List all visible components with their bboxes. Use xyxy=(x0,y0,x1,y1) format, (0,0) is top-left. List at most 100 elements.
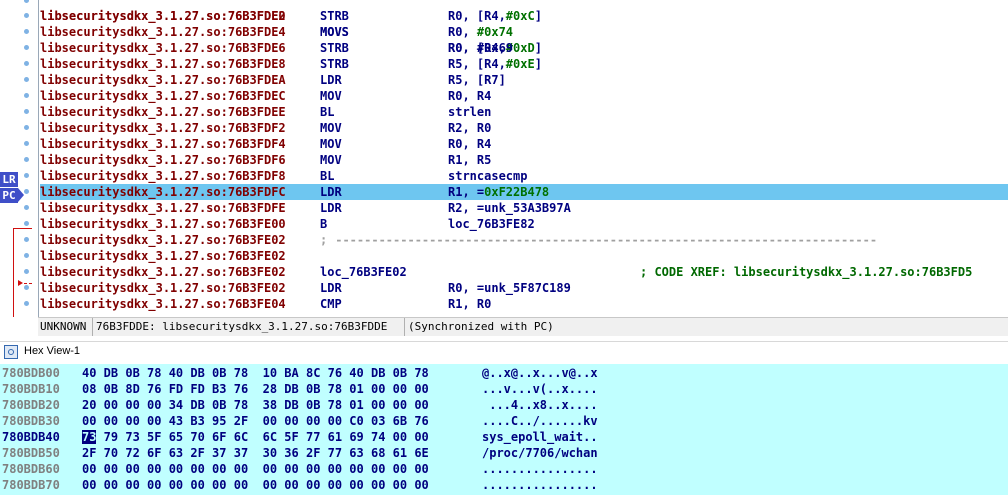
disasm-row[interactable]: libsecuritysdkx_3.1.27.so:76B3FDF2 MOV R2,… xyxy=(40,120,1008,136)
disasm-row[interactable]: libsecuritysdkx_3.1.27.so:76B3FDFE LDR R2,… xyxy=(40,200,1008,216)
hex-address: 780BDB50 xyxy=(2,446,60,460)
immediate-value: #0xE xyxy=(505,57,535,71)
disasm-row[interactable]: libsecuritysdkx_3.1.27.so:76B3FE00 Bloc_7… xyxy=(40,216,1008,232)
arrow-right-icon xyxy=(18,280,23,286)
disasm-operands: R0, R4 xyxy=(448,137,492,151)
hex-ascii[interactable]: ...v...v(..x.... xyxy=(482,381,598,397)
breakpoint-dot[interactable] xyxy=(24,173,29,178)
disasm-address: libsecuritysdkx_3.1.27.so:76B3FDE0 xyxy=(40,9,286,23)
disasm-mnemonic: LDR xyxy=(320,281,342,295)
breakpoint-dot[interactable] xyxy=(24,253,29,258)
status-segment: (Synchronized with PC) xyxy=(408,320,554,333)
breakpoint-dot[interactable] xyxy=(24,285,29,290)
disasm-mnemonic: LDR xyxy=(320,201,342,215)
hex-bytes[interactable]: 00 00 00 00 00 00 00 00 00 00 00 00 00 0… xyxy=(82,477,429,493)
disasm-row[interactable]: libsecuritysdkx_3.1.27.so:76B3FDE0 MOVS … xyxy=(40,0,1008,55)
breakpoint-dot[interactable] xyxy=(24,61,29,66)
breakpoint-dot[interactable] xyxy=(24,29,29,34)
disasm-row[interactable]: libsecuritysdkx_3.1.27.so:76B3FE02 LDR R0,… xyxy=(40,280,1008,296)
disasm-mnemonic: MOV xyxy=(320,121,342,135)
disasm-row[interactable]: libsecuritysdkx_3.1.27.so:76B3FE02 xyxy=(40,248,1008,264)
disasm-row[interactable]: libsecuritysdkx_3.1.27.so:76B3FDEC MOV R0,… xyxy=(40,88,1008,104)
hex-ascii[interactable]: ................ xyxy=(482,477,598,493)
hex-row[interactable]: 780BDB40 73 79 73 5F 65 70 6F 6C 6C 5F 77… xyxy=(0,429,1008,445)
hex-ascii[interactable]: /proc/7706/wchan xyxy=(482,445,598,461)
jump-arrow-line xyxy=(13,228,14,317)
disasm-operands: strlen xyxy=(448,105,492,119)
disasm-row[interactable]: libsecuritysdkx_3.1.27.so:76B3FDF4 MOV R0,… xyxy=(40,136,1008,152)
breakpoint-dot[interactable] xyxy=(24,189,29,194)
disasm-row[interactable]: libsecuritysdkx_3.1.27.so:76B3FDEA LDR R5,… xyxy=(40,72,1008,88)
hex-ascii[interactable]: ....C../......kv xyxy=(482,413,598,429)
hex-row[interactable]: 780BDB70 00 00 00 00 00 00 00 00 00 00 00… xyxy=(0,477,1008,493)
hex-bytes[interactable]: 00 00 00 00 43 B3 95 2F 00 00 00 00 C0 0… xyxy=(82,413,429,429)
disasm-row[interactable]: libsecuritysdkx_3.1.27.so:76B3FDF8 BL strn… xyxy=(40,168,1008,184)
hex-row[interactable]: 780BDB10 08 0B 8D 76 FD FD B3 76 28 DB 0B… xyxy=(0,381,1008,397)
breakpoint-dot[interactable] xyxy=(24,45,29,50)
disasm-separator: ; ---------------------------------------… xyxy=(320,232,877,248)
disasm-row-current[interactable]: libsecuritysdkx_3.1.27.so:76B3FDFC LDR R1,… xyxy=(40,184,1008,200)
hex-bytes[interactable]: 73 79 73 5F 65 70 6F 6C 6C 5F 77 61 69 7… xyxy=(82,429,429,445)
breakpoint-dot[interactable] xyxy=(24,13,29,18)
disasm-address: libsecuritysdkx_3.1.27.so:76B3FDF4 xyxy=(40,137,286,151)
disasm-row[interactable]: libsecuritysdkx_3.1.27.so:76B3FE02 loc_76… xyxy=(40,264,1008,280)
disasm-row[interactable]: libsecuritysdkx_3.1.27.so:76B3FDF6 MOV R1,… xyxy=(40,152,1008,168)
hex-byte-values: 20 00 00 00 34 DB 0B 78 38 DB 0B 78 01 0… xyxy=(82,398,429,412)
hex-row[interactable]: 780BDB50 2F 70 72 6F 63 2F 37 37 30 36 2F… xyxy=(0,445,1008,461)
breakpoint-dot[interactable] xyxy=(24,269,29,274)
hex-row[interactable]: 780BDB20 20 00 00 00 34 DB 0B 78 38 DB 0B… xyxy=(0,397,1008,413)
breakpoint-dot[interactable] xyxy=(24,109,29,114)
disasm-row[interactable]: libsecuritysdkx_3.1.27.so:76B3FDEE BL strl… xyxy=(40,104,1008,120)
breakpoint-dot[interactable] xyxy=(24,157,29,162)
disasm-address: libsecuritysdkx_3.1.27.so:76B3FE02 xyxy=(40,233,286,247)
disasm-gutter[interactable] xyxy=(0,0,38,317)
hex-bytes[interactable]: 40 DB 0B 78 40 DB 0B 78 10 BA 8C 76 40 D… xyxy=(82,365,429,381)
hex-address: 780BDB10 xyxy=(2,382,60,396)
disasm-mnemonic: MOV xyxy=(320,137,342,151)
hex-ascii[interactable]: sys_epoll_wait.. xyxy=(482,429,598,445)
separator-dashes: ----------------------------------------… xyxy=(335,233,878,247)
breakpoint-dot[interactable] xyxy=(24,77,29,82)
breakpoint-dot[interactable] xyxy=(24,93,29,98)
disasm-row[interactable]: libsecuritysdkx_3.1.27.so:76B3FE04 CMP R1,… xyxy=(40,296,1008,312)
hex-row[interactable]: 780BDB00 40 DB 0B 78 40 DB 0B 78 10 BA 8C… xyxy=(0,365,1008,381)
disasm-address: libsecuritysdkx_3.1.27.so:76B3FDF8 xyxy=(40,169,286,183)
disasm-operands: R0, =unk_5F87C189 xyxy=(448,281,571,295)
hex-ascii[interactable]: @..x@..x...v@..x xyxy=(482,365,598,381)
disasm-operands: R0, #0x69 xyxy=(448,41,514,55)
hex-row[interactable]: 780BDB30 00 00 00 00 43 B3 95 2F 00 00 00… xyxy=(0,413,1008,429)
hex-ascii[interactable]: ................ xyxy=(482,461,598,477)
hex-row[interactable]: 780BDB60 00 00 00 00 00 00 00 00 00 00 00… xyxy=(0,461,1008,477)
tab-hex-view[interactable]: Hex View-1 xyxy=(0,341,1008,365)
hex-view[interactable]: 780BDB00 40 DB 0B 78 40 DB 0B 78 10 BA 8C… xyxy=(0,364,1008,495)
breakpoint-dot[interactable] xyxy=(24,237,29,242)
disasm-address: libsecuritysdkx_3.1.27.so:76B3FE02 xyxy=(40,281,286,295)
disasm-row[interactable]: libsecuritysdkx_3.1.27.so:76B3FE02 ; -----… xyxy=(40,232,1008,248)
hex-bytes[interactable]: 20 00 00 00 34 DB 0B 78 38 DB 0B 78 01 0… xyxy=(82,397,429,413)
hex-bytes[interactable]: 2F 70 72 6F 63 2F 37 37 30 36 2F 77 63 6… xyxy=(82,445,429,461)
disasm-mnemonic: LDR xyxy=(320,185,342,199)
breakpoint-dot[interactable] xyxy=(24,221,29,226)
disasm-row[interactable]: libsecuritysdkx_3.1.27.so:76B3FDE6 STRB R0… xyxy=(40,40,1008,56)
breakpoint-dot[interactable] xyxy=(24,141,29,146)
disasm-row[interactable]: libsecuritysdkx_3.1.27.so:76B3FDE8 STRB R5… xyxy=(40,56,1008,72)
disasm-operands: R5, [R4,#0xE] xyxy=(448,57,542,71)
disasm-operands: R2, R0 xyxy=(448,121,492,135)
disassembly-view[interactable]: LR PC libsecuritysdkx_3.1.27.so:76B3FDE2… xyxy=(0,0,1008,317)
hex-ascii[interactable]: ...4..x8..x.... xyxy=(482,397,597,413)
breakpoint-dot[interactable] xyxy=(24,301,29,306)
hex-bytes[interactable]: 00 00 00 00 00 00 00 00 00 00 00 00 00 0… xyxy=(82,461,429,477)
disasm-mnemonic: loc_76B3FE02 xyxy=(320,265,407,279)
disasm-row[interactable]: libsecuritysdkx_3.1.27.so:76B3FDE4 MOVS R0… xyxy=(40,24,1008,40)
hex-cursor-byte[interactable]: 73 xyxy=(82,430,97,444)
disasm-mnemonic: STRB xyxy=(320,41,349,55)
hex-bytes[interactable]: 08 0B 8D 76 FD FD B3 76 28 DB 0B 78 01 0… xyxy=(82,381,429,397)
disasm-operands: R0, [R4,#0xC] xyxy=(448,9,542,23)
disasm-mnemonic: MOV xyxy=(320,153,342,167)
disasm-operands: R1, =0xF22B478 xyxy=(448,185,550,199)
hex-address: 780BDB00 xyxy=(2,366,60,380)
disasm-address: libsecuritysdkx_3.1.27.so:76B3FDF6 xyxy=(40,153,286,167)
disasm-address: libsecuritysdkx_3.1.27.so:76B3FE00 xyxy=(40,217,286,231)
breakpoint-dot[interactable] xyxy=(24,125,29,130)
breakpoint-dot[interactable] xyxy=(24,205,29,210)
